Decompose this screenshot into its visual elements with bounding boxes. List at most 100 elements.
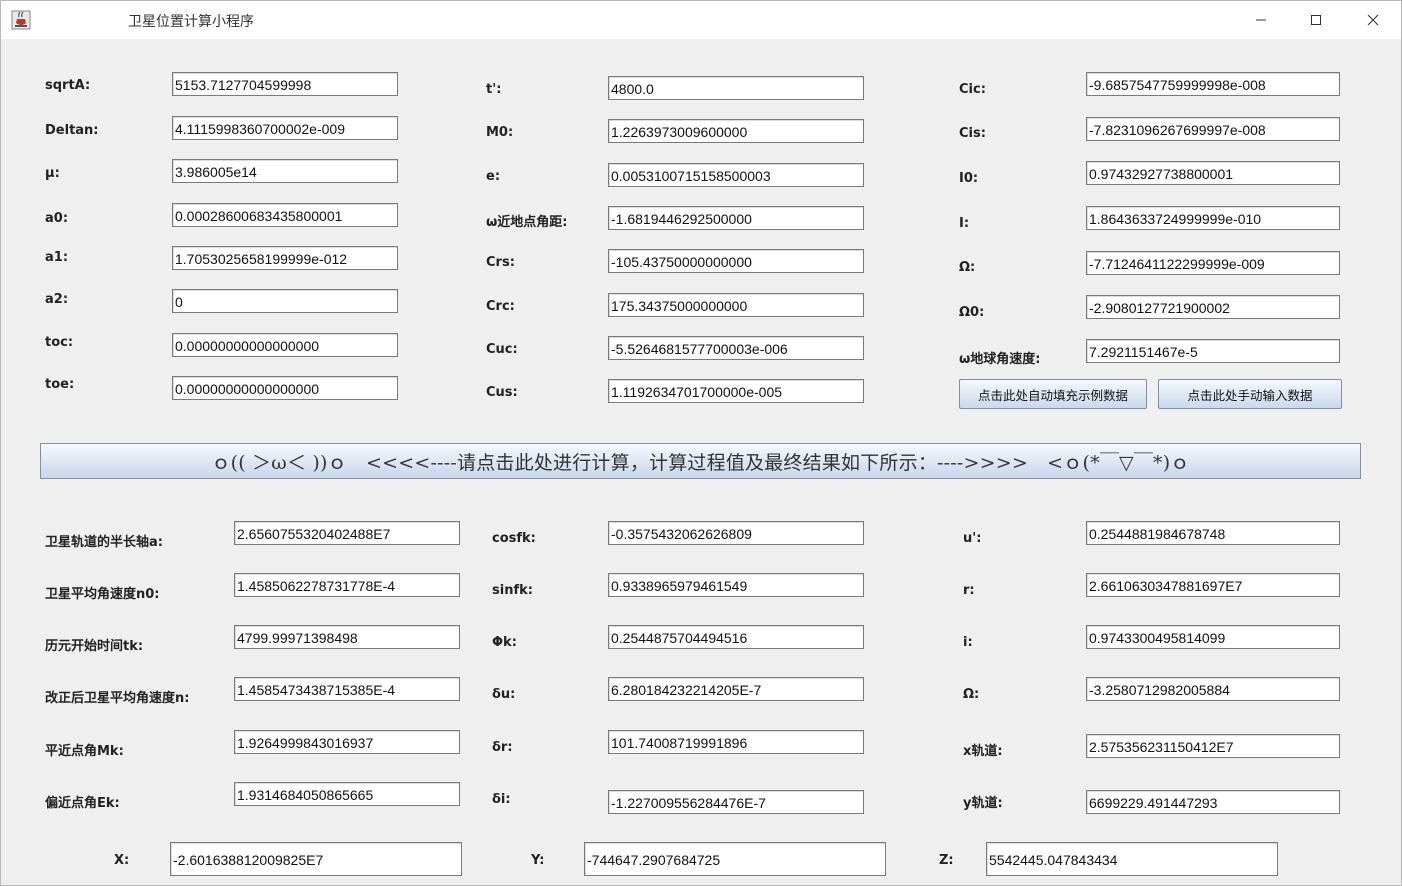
output-cosfk[interactable]: -0.3575432062626809 xyxy=(608,521,864,545)
label-a0: a0: xyxy=(45,211,69,226)
label-crs: Crs: xyxy=(486,255,515,270)
label-a2: a2: xyxy=(45,292,69,307)
minimize-icon xyxy=(1255,11,1267,30)
input-t-prime[interactable]: 4800.0 xyxy=(608,76,864,100)
label-sinfk: sinfk: xyxy=(492,583,533,598)
input-sqrtA[interactable]: 5153.7127704599998 xyxy=(172,72,398,96)
output-phik[interactable]: 0.2544875704494516 xyxy=(608,625,864,649)
input-omega-perigee[interactable]: -1.6819446292500000 xyxy=(608,206,864,230)
label-toc: toc: xyxy=(45,335,74,350)
output-final-z[interactable]: 5542445.047843434 xyxy=(986,842,1278,876)
label-m0: M0: xyxy=(486,125,514,140)
output-sinfk[interactable]: 0.9338965979461549 xyxy=(608,573,864,597)
calculate-button[interactable]: ｏ(( ＞ω＜ ))ｏ <<<<----请点击此处进行计算，计算过程值及最终结果… xyxy=(40,443,1361,479)
label-deltan: Deltan: xyxy=(45,123,99,138)
output-eccentric-anomaly[interactable]: 1.9314684050865665 xyxy=(234,782,460,806)
window-title: 卫星位置计算小程序 xyxy=(128,14,254,30)
input-i0[interactable]: 0.97432927738800001 xyxy=(1086,161,1340,185)
input-crs[interactable]: -105.43750000000000 xyxy=(608,249,864,273)
input-toc[interactable]: 0.00000000000000000 xyxy=(172,333,398,357)
close-icon xyxy=(1367,11,1379,30)
label-y-orbit: y轨道: xyxy=(963,796,1003,811)
label-toe: toe: xyxy=(45,377,75,392)
title-bar[interactable]: 卫星位置计算小程序 xyxy=(1,1,1401,39)
label-cuc: Cuc: xyxy=(486,342,518,357)
input-earth-rotation[interactable]: 7.2921151467e-5 xyxy=(1086,339,1340,363)
label-phik: Φk: xyxy=(492,635,517,650)
label-omega-perigee: ω近地点角距: xyxy=(486,215,568,230)
label-r: r: xyxy=(963,583,975,598)
label-mean-motion-n0: 卫星平均角速度n0: xyxy=(45,587,160,602)
label-corrected-mean-motion: 改正后卫星平均角速度n: xyxy=(45,691,190,706)
output-x-orbit[interactable]: 2.575356231150412E7 xyxy=(1086,734,1340,758)
label-e: e: xyxy=(486,169,501,184)
output-mean-motion-n0[interactable]: 1.4585062278731778E-4 xyxy=(234,573,460,597)
label-crc: Crc: xyxy=(486,299,515,314)
label-sqrtA: sqrtA: xyxy=(45,78,91,93)
label-cic: Cic: xyxy=(959,82,986,97)
label-eccentric-anomaly: 偏近点角Ek: xyxy=(45,796,120,811)
label-i0: I0: xyxy=(959,171,979,186)
label-tk: 历元开始时间tk: xyxy=(45,639,144,654)
app-window: 卫星位置计算小程序 sqrtA: 5153.7127704599998 Delt… xyxy=(0,0,1402,886)
output-omega-result[interactable]: -3.2580712982005884 xyxy=(1086,677,1340,701)
input-deltan[interactable]: 4.1115998360700002e-009 xyxy=(172,116,398,140)
label-delta-r: δr: xyxy=(492,740,513,755)
input-m0[interactable]: 1.2263973009600000 xyxy=(608,119,864,143)
label-idot: I: xyxy=(959,216,970,231)
input-a1[interactable]: 1.7053025658199999e-012 xyxy=(172,246,398,270)
input-crc[interactable]: 175.34375000000000 xyxy=(608,293,864,317)
output-tk[interactable]: 4799.99971398498 xyxy=(234,625,460,649)
label-semi-major-axis: 卫星轨道的半长轴a: xyxy=(45,535,163,550)
label-delta-i: δi: xyxy=(492,792,511,807)
label-t-prime: t': xyxy=(486,82,502,97)
output-semi-major-axis[interactable]: 2.6560755320402488E7 xyxy=(234,521,460,545)
label-final-z: Z: xyxy=(939,853,954,868)
label-earth-rotation: ω地球角速度: xyxy=(959,352,1041,367)
output-u-prime[interactable]: 0.2544881984678748 xyxy=(1086,521,1340,545)
input-a0[interactable]: 0.00028600683435800001 xyxy=(172,203,398,227)
autofill-button[interactable]: 点击此处自动填充示例数据 xyxy=(959,379,1147,409)
output-mean-anomaly[interactable]: 1.9264999843016937 xyxy=(234,730,460,754)
label-cosfk: cosfk: xyxy=(492,531,536,546)
input-omega-dot[interactable]: -7.7124641122299999e-009 xyxy=(1086,251,1340,275)
output-final-y[interactable]: -744647.2907684725 xyxy=(584,842,886,876)
output-i[interactable]: 0.9743300495814099 xyxy=(1086,625,1340,649)
input-omega0[interactable]: -2.9080127721900002 xyxy=(1086,295,1340,319)
input-cuc[interactable]: -5.5264681577700003e-006 xyxy=(608,336,864,360)
input-cis[interactable]: -7.8231096267699997e-008 xyxy=(1086,117,1340,141)
label-x-orbit: x轨道: xyxy=(963,744,1003,759)
input-idot[interactable]: 1.8643633724999999e-010 xyxy=(1086,206,1340,230)
output-final-x[interactable]: -2.601638812009825E7 xyxy=(170,842,462,876)
output-delta-u[interactable]: 6.280184232214205E-7 xyxy=(608,677,864,701)
input-mu[interactable]: 3.986005e14 xyxy=(172,159,398,183)
maximize-button[interactable] xyxy=(1287,1,1345,39)
label-mu: μ: xyxy=(45,166,60,181)
label-cis: Cis: xyxy=(959,126,986,141)
label-delta-u: δu: xyxy=(492,687,516,702)
label-final-x: X: xyxy=(114,853,130,868)
output-delta-r[interactable]: 101.74008719991896 xyxy=(608,730,864,754)
close-button[interactable] xyxy=(1344,1,1402,39)
output-y-orbit[interactable]: 6699229.491447293 xyxy=(1086,790,1340,814)
label-mean-anomaly: 平近点角Mk: xyxy=(45,744,124,759)
input-e[interactable]: 0.0053100715158500003 xyxy=(608,163,864,187)
output-corrected-mean-motion[interactable]: 1.4585473438715385E-4 xyxy=(234,677,460,701)
label-omega-dot: Ω: xyxy=(959,260,976,275)
label-a1: a1: xyxy=(45,250,69,265)
label-omega0: Ω0: xyxy=(959,305,985,320)
output-r[interactable]: 2.6610630347881697E7 xyxy=(1086,573,1340,597)
input-cic[interactable]: -9.6857547759999998e-008 xyxy=(1086,72,1340,96)
manual-input-button[interactable]: 点击此处手动输入数据 xyxy=(1158,379,1342,409)
maximize-icon xyxy=(1310,11,1322,30)
input-cus[interactable]: 1.1192634701700000e-005 xyxy=(608,379,864,403)
output-delta-i[interactable]: -1.227009556284476E-7 xyxy=(608,790,864,814)
input-a2[interactable]: 0 xyxy=(172,289,398,313)
label-cus: Cus: xyxy=(486,385,518,400)
label-i: i: xyxy=(963,635,973,650)
input-toe[interactable]: 0.00000000000000000 xyxy=(172,376,398,400)
java-cup-icon xyxy=(11,10,31,30)
label-final-y: Y: xyxy=(531,853,545,868)
minimize-button[interactable] xyxy=(1232,1,1290,39)
label-omega-result: Ω: xyxy=(963,687,980,702)
